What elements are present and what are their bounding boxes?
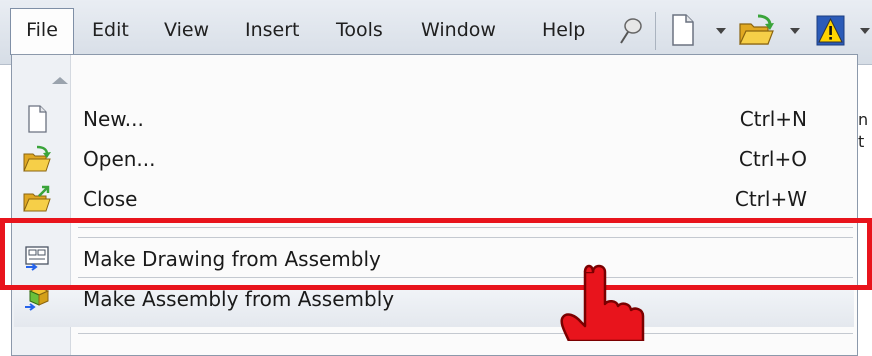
annotation-highlight-box bbox=[0, 218, 872, 290]
menu-item-shortcut: Ctrl+N bbox=[739, 107, 807, 131]
new-document-icon bbox=[28, 105, 47, 133]
file-menu-dropdown: New... Ctrl+N Open... Ctrl+O Close Ctrl+… bbox=[11, 54, 858, 356]
open-folder-icon[interactable] bbox=[738, 14, 776, 48]
menu-item-shortcut: Ctrl+W bbox=[734, 187, 807, 211]
menu-file[interactable]: File bbox=[10, 8, 74, 55]
menu-item-label: Make Assembly from Assembly bbox=[83, 287, 395, 311]
menu-edit[interactable]: Edit bbox=[92, 9, 129, 51]
menu-item-label: Close bbox=[83, 187, 138, 211]
pointing-hand-cursor-icon bbox=[560, 264, 645, 341]
menu-item-new[interactable]: New... Ctrl+N bbox=[12, 99, 857, 139]
new-document-icon[interactable] bbox=[670, 12, 696, 48]
menu-item-label: New... bbox=[83, 107, 144, 131]
menu-scroll-up-icon[interactable] bbox=[52, 77, 68, 84]
warning-dropdown-caret[interactable] bbox=[860, 28, 870, 34]
pin-icon[interactable] bbox=[618, 16, 644, 46]
close-folder-icon bbox=[23, 185, 51, 212]
menu-item-close[interactable]: Close Ctrl+W bbox=[12, 179, 857, 219]
new-dropdown-caret[interactable] bbox=[716, 28, 726, 34]
menu-tools[interactable]: Tools bbox=[336, 9, 383, 51]
menu-help[interactable]: Help bbox=[542, 9, 585, 51]
menu-item-label: Open... bbox=[83, 147, 156, 171]
rebuild-warning-icon[interactable] bbox=[815, 14, 847, 48]
menu-item-open[interactable]: Open... Ctrl+O bbox=[12, 139, 857, 179]
background-text-fragment: t bbox=[858, 132, 865, 151]
background-text-fragment: n bbox=[858, 110, 869, 129]
menu-window[interactable]: Window bbox=[421, 9, 496, 51]
open-dropdown-caret[interactable] bbox=[790, 28, 800, 34]
menu-item-shortcut: Ctrl+O bbox=[738, 147, 807, 171]
menu-insert[interactable]: Insert bbox=[245, 9, 300, 51]
open-folder-icon bbox=[23, 145, 51, 172]
menu-separator bbox=[78, 333, 853, 334]
toolbar-separator bbox=[655, 12, 656, 50]
menu-view[interactable]: View bbox=[164, 9, 209, 51]
